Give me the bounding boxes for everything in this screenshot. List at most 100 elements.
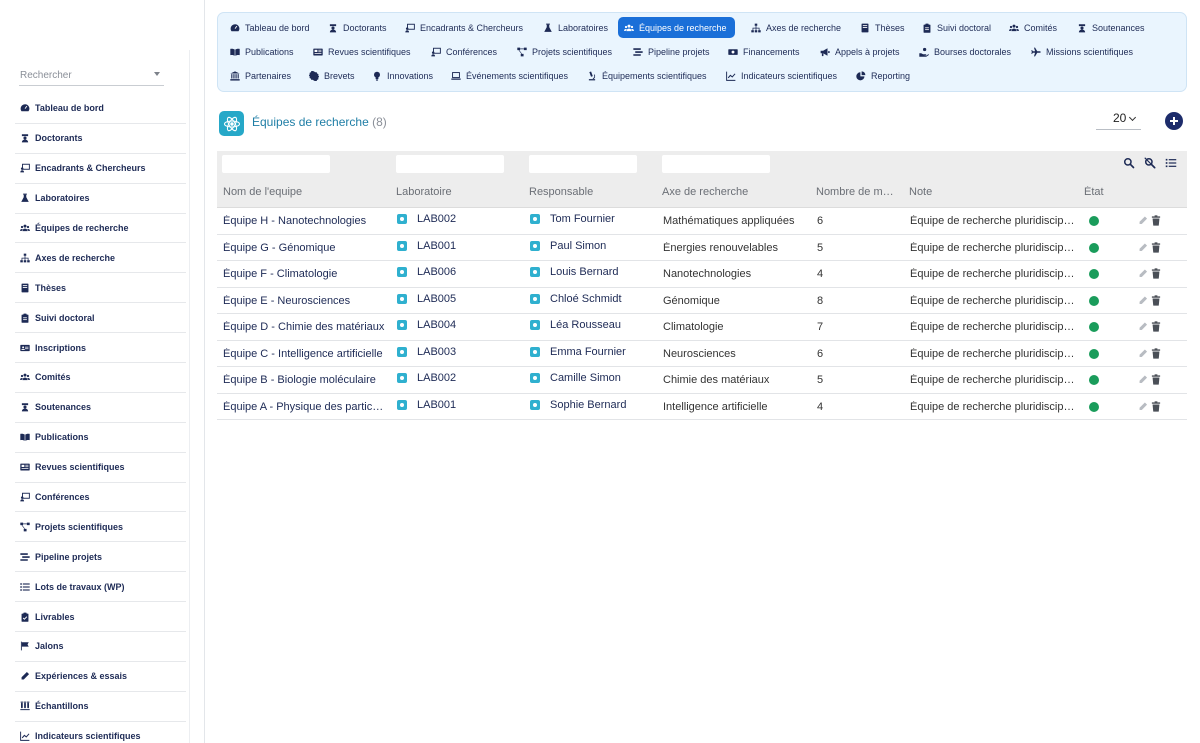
sidebar-item-tableau-de-bord[interactable]: Tableau de bord — [15, 94, 186, 124]
nav-tab-comites[interactable]: Comités — [1003, 17, 1065, 38]
edit-pencil-icon[interactable] — [1138, 295, 1148, 306]
nav-tab-conferences[interactable]: Conférences — [425, 41, 505, 62]
per-page-select[interactable]: 20 — [1096, 111, 1141, 130]
filter-input-resp[interactable] — [529, 155, 637, 173]
delete-trash-icon[interactable] — [1151, 294, 1161, 306]
team-name-link[interactable]: Équipe D - Chimie des matériaux — [223, 321, 387, 333]
nav-tab-soutenances[interactable]: Soutenances — [1071, 17, 1153, 38]
sidebar-item-lots-de-travaux-wp[interactable]: Lots de travaux (WP) — [15, 572, 186, 603]
sidebar-item-publications[interactable]: Publications — [15, 423, 186, 453]
column-header-name[interactable]: Nom de l'equipe — [223, 186, 302, 198]
nav-tab-pipeline-projets[interactable]: Pipeline projets — [627, 41, 718, 62]
sidebar-search-select[interactable]: Rechercher — [19, 67, 164, 86]
sidebar-item-pipeline-projets[interactable]: Pipeline projets — [15, 542, 186, 573]
responsable-cell[interactable]: Paul Simon — [530, 240, 606, 252]
nav-tab-suivi-doctoral[interactable]: Suivi doctoral — [916, 17, 999, 38]
nav-tab-theses[interactable]: Thèses — [854, 17, 913, 38]
nav-tab-evenements-scientifiques[interactable]: Événements scientifiques — [445, 65, 576, 86]
table-row[interactable]: Équipe C - Intelligence artificielle LAB0… — [217, 341, 1187, 367]
delete-trash-icon[interactable] — [1151, 374, 1161, 385]
delete-trash-icon[interactable] — [1151, 321, 1161, 332]
nav-tab-tableau-de-bord[interactable]: Tableau de bord — [224, 17, 318, 38]
sidebar-item-echantillons[interactable]: Échantillons — [15, 692, 186, 722]
nav-tab-projets-scientifiques[interactable]: Projets scientifiques — [511, 41, 620, 62]
nav-tab-revues-scientifiques[interactable]: Revues scientifiques — [307, 41, 419, 62]
table-row[interactable]: Équipe D - Chimie des matériaux LAB004 Léa… — [217, 314, 1187, 341]
sidebar-item-comites[interactable]: Comités — [15, 363, 186, 393]
table-row[interactable]: Équipe B - Biologie moléculaire LAB002 Cam… — [217, 367, 1187, 394]
search-icon[interactable] — [1123, 157, 1135, 169]
laboratory-cell[interactable]: LAB001 — [397, 399, 456, 411]
edit-pencil-icon[interactable] — [1138, 215, 1148, 226]
edit-pencil-icon[interactable] — [1138, 268, 1148, 279]
team-name-link[interactable]: Équipe F - Climatologie — [223, 268, 387, 280]
sidebar-item-equipes-de-recherche[interactable]: Équipes de recherche — [15, 214, 186, 244]
laboratory-cell[interactable]: LAB005 — [397, 293, 456, 305]
laboratory-cell[interactable]: LAB006 — [397, 266, 456, 278]
laboratory-cell[interactable]: LAB002 — [397, 372, 456, 384]
nav-tab-equipes-de-recherche[interactable]: Équipes de recherche — [618, 17, 735, 38]
nav-tab-brevets[interactable]: Brevets — [303, 65, 363, 86]
filter-input-axe[interactable] — [662, 155, 770, 173]
nav-tab-indicateurs-scientifiques[interactable]: Indicateurs scientifiques — [720, 65, 845, 86]
table-row[interactable]: Équipe E - Neurosciences LAB005 Chloé Schm… — [217, 288, 1187, 314]
responsable-cell[interactable]: Tom Fournier — [530, 213, 615, 225]
edit-pencil-icon[interactable] — [1138, 348, 1148, 359]
delete-trash-icon[interactable] — [1151, 268, 1161, 279]
table-row[interactable]: Équipe F - Climatologie LAB006 Louis Berna… — [217, 261, 1187, 288]
nav-tab-publications[interactable]: Publications — [224, 41, 302, 62]
nav-tab-reporting[interactable]: Reporting — [850, 65, 918, 86]
team-name-link[interactable]: Équipe G - Génomique — [223, 242, 387, 254]
column-header-resp[interactable]: Responsable — [529, 186, 593, 198]
column-header-note[interactable]: Note — [909, 186, 932, 198]
column-header-lab[interactable]: Laboratoire — [396, 186, 452, 198]
responsable-cell[interactable]: Camille Simon — [530, 372, 621, 384]
sidebar-item-livrables[interactable]: Livrables — [15, 602, 186, 633]
sidebar-item-conferences[interactable]: Conférences — [15, 483, 186, 513]
filter-input-name[interactable] — [222, 155, 330, 173]
edit-pencil-icon[interactable] — [1138, 321, 1148, 332]
responsable-cell[interactable]: Chloé Schmidt — [530, 293, 622, 305]
column-header-status[interactable]: État — [1084, 186, 1104, 198]
sidebar-item-jalons[interactable]: Jalons — [15, 632, 186, 662]
add-record-button[interactable] — [1165, 112, 1183, 130]
table-row[interactable]: Équipe G - Génomique LAB001 Paul Simon Éner… — [217, 235, 1187, 261]
nav-tab-financements[interactable]: Financements — [722, 41, 808, 62]
laboratory-cell[interactable]: LAB003 — [397, 346, 456, 358]
nav-tab-partenaires[interactable]: Partenaires — [224, 65, 299, 86]
nav-tab-doctorants[interactable]: Doctorants — [322, 17, 395, 38]
edit-pencil-icon[interactable] — [1138, 242, 1148, 253]
delete-trash-icon[interactable] — [1151, 215, 1161, 226]
nav-tab-equipements-scientifiques[interactable]: Équipements scientifiques — [581, 65, 715, 86]
nav-tab-appels-a-projets[interactable]: Appels à projets — [814, 41, 908, 62]
team-name-link[interactable]: Équipe B - Biologie moléculaire — [223, 374, 387, 386]
sidebar-item-projets-scientifiques[interactable]: Projets scientifiques — [15, 512, 186, 543]
sidebar-item-axes-de-recherche[interactable]: Axes de recherche — [15, 243, 186, 274]
team-name-link[interactable]: Équipe A - Physique des particules — [223, 401, 387, 413]
nav-tab-innovations[interactable]: Innovations — [366, 65, 441, 86]
column-header-members[interactable]: Nombre de membres — [816, 186, 898, 198]
laboratory-cell[interactable]: LAB002 — [397, 213, 456, 225]
sidebar-item-experiences-essais[interactable]: Expériences & essais — [15, 662, 186, 692]
delete-trash-icon[interactable] — [1151, 241, 1161, 253]
sidebar-item-revues-scientifiques[interactable]: Revues scientifiques — [15, 453, 186, 483]
edit-pencil-icon[interactable] — [1138, 401, 1148, 412]
columns-list-icon[interactable] — [1165, 157, 1177, 169]
responsable-cell[interactable]: Emma Fournier — [530, 346, 626, 358]
laboratory-cell[interactable]: LAB001 — [397, 240, 456, 252]
nav-tab-laboratoires[interactable]: Laboratoires — [537, 17, 616, 38]
nav-tab-axes-de-recherche[interactable]: Axes de recherche — [745, 17, 849, 38]
sidebar-item-suivi-doctoral[interactable]: Suivi doctoral — [15, 303, 186, 334]
sidebar-item-doctorants[interactable]: Doctorants — [15, 124, 186, 154]
sidebar-item-inscriptions[interactable]: Inscriptions — [15, 333, 186, 364]
responsable-cell[interactable]: Sophie Bernard — [530, 399, 626, 411]
edit-pencil-icon[interactable] — [1138, 374, 1148, 385]
clear-search-icon[interactable] — [1144, 157, 1156, 169]
column-header-axe[interactable]: Axe de recherche — [662, 186, 748, 198]
team-name-link[interactable]: Équipe H - Nanotechnologies — [223, 215, 387, 227]
team-name-link[interactable]: Équipe C - Intelligence artificielle — [223, 348, 387, 360]
sidebar-item-indicateurs-scientifiques[interactable]: Indicateurs scientifiques — [15, 722, 186, 743]
nav-tab-encadrants-chercheurs[interactable]: Encadrants & Chercheurs — [399, 17, 531, 38]
delete-trash-icon[interactable] — [1151, 347, 1161, 359]
team-name-link[interactable]: Équipe E - Neurosciences — [223, 295, 387, 307]
